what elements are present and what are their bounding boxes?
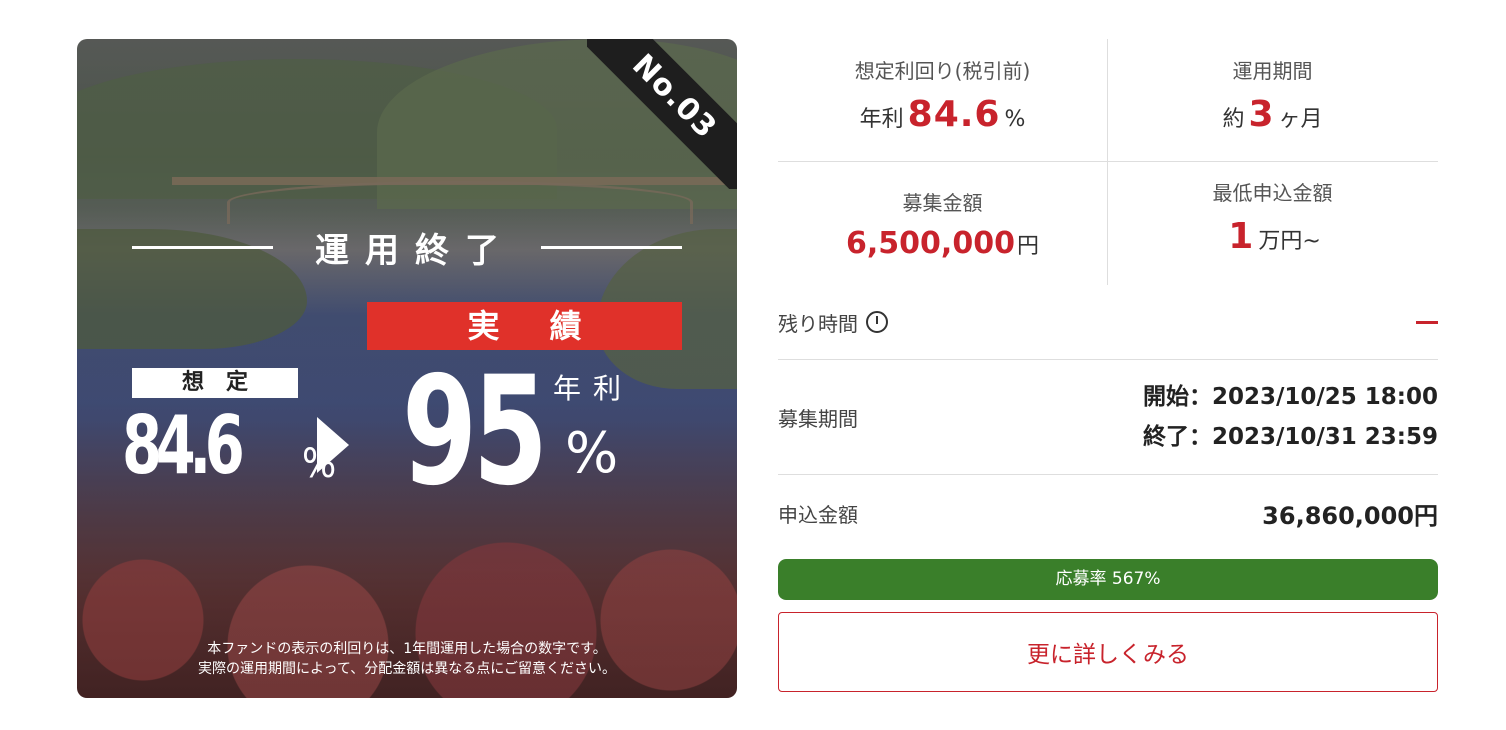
remaining-time-label-group: 残り時間	[778, 308, 888, 337]
yield-label: 想定利回り(税引前)	[854, 59, 1031, 83]
yield-prefix: 年利	[859, 107, 904, 132]
disclaimer-line: 実際の運用期間によって、分配金額は異なる点にご留意ください。	[198, 661, 616, 677]
fund-info-panel: 想定利回り(税引前) 年利 84.6% 運用期間 約 3 ヶ月 募集金額 6,500,…	[778, 39, 1438, 692]
actual-yield-value: 95	[402, 345, 548, 519]
minimum-cell: 最低申込金額 1 万円~	[1108, 177, 1437, 257]
divider	[132, 245, 273, 249]
annual-label: 年利	[553, 372, 634, 405]
term-value-row: 約 3 ヶ月	[1108, 94, 1437, 135]
minimum-label: 最低申込金額	[1212, 181, 1333, 205]
applied-amount-row: 申込金額 36,860,000円	[778, 475, 1438, 551]
remaining-time-row: 残り時間	[778, 285, 1438, 360]
term-label: 運用期間	[1232, 59, 1313, 83]
yield-cell: 想定利回り(税引前) 年利 84.6%	[778, 55, 1107, 135]
term-prefix: 約	[1222, 107, 1245, 132]
applied-amount-label: 申込金額	[778, 502, 858, 527]
raise-value-row: 6,500,000円	[778, 226, 1107, 261]
fund-number-ribbon: No.03	[587, 39, 737, 189]
yield-value-row: 年利 84.6%	[778, 94, 1107, 135]
minimum-value: 1	[1228, 216, 1255, 257]
applied-amount-value: 36,860,000円	[1262, 501, 1438, 530]
fund-number: No.03	[587, 39, 737, 189]
status-label: 運用終了	[315, 230, 515, 271]
disclaimer-line: 本ファンドの表示の利回りは、1年間運用した場合の数字です。	[207, 641, 607, 657]
actual-yield-unit: %	[565, 421, 619, 486]
term-unit: ヶ月	[1278, 107, 1323, 132]
yield-value: 84.6	[907, 94, 1001, 135]
fund-hero-card: No.03 運用終了 実績 想定 84.6 % 95 年利 % 本ファンドの表示…	[77, 39, 737, 698]
clock-icon	[866, 311, 888, 333]
divider	[778, 161, 1438, 162]
application-rate-bar: 応募率 567%	[778, 559, 1438, 600]
expected-tag: 想定	[132, 368, 298, 398]
recruitment-period-label: 募集期間	[778, 406, 858, 431]
application-rate-label: 応募率 567%	[1055, 569, 1161, 589]
raise-label: 募集金額	[902, 191, 983, 215]
raise-value: 6,500,000	[846, 226, 1015, 261]
term-cell: 運用期間 約 3 ヶ月	[1108, 55, 1437, 135]
term-value: 3	[1248, 94, 1275, 135]
period-start: 開始：2023/10/25 18:00	[1142, 384, 1438, 410]
raise-cell: 募集金額 6,500,000円	[778, 187, 1107, 261]
result-tag: 実績	[367, 302, 682, 350]
period-end: 終了：2023/10/31 23:59	[1142, 424, 1438, 450]
arrow-right-icon	[317, 417, 349, 473]
minimum-value-row: 1 万円~	[1108, 216, 1437, 257]
recruitment-period-values: 開始：2023/10/25 18:00 終了：2023/10/31 23:59	[1143, 377, 1438, 457]
expected-yield: 84.6 %	[122, 399, 336, 492]
summary-grid: 想定利回り(税引前) 年利 84.6% 運用期間 約 3 ヶ月 募集金額 6,500,…	[778, 39, 1438, 285]
minimum-unit: 万円~	[1258, 229, 1321, 254]
expected-yield-value: 84.6	[122, 399, 245, 492]
raise-unit: 円	[1016, 234, 1039, 259]
divider	[541, 245, 682, 249]
yield-unit: %	[1004, 107, 1026, 132]
remaining-time-label: 残り時間	[778, 311, 858, 336]
yield-disclaimer: 本ファンドの表示の利回りは、1年間運用した場合の数字です。 実際の運用期間によっ…	[77, 639, 737, 679]
view-details-button[interactable]: 更に詳しくみる	[778, 612, 1438, 692]
recruitment-period-row: 募集期間 開始：2023/10/25 18:00 終了：2023/10/31 2…	[778, 360, 1438, 475]
status-banner: 運用終了	[132, 222, 682, 272]
remaining-time-dash	[1416, 320, 1438, 324]
